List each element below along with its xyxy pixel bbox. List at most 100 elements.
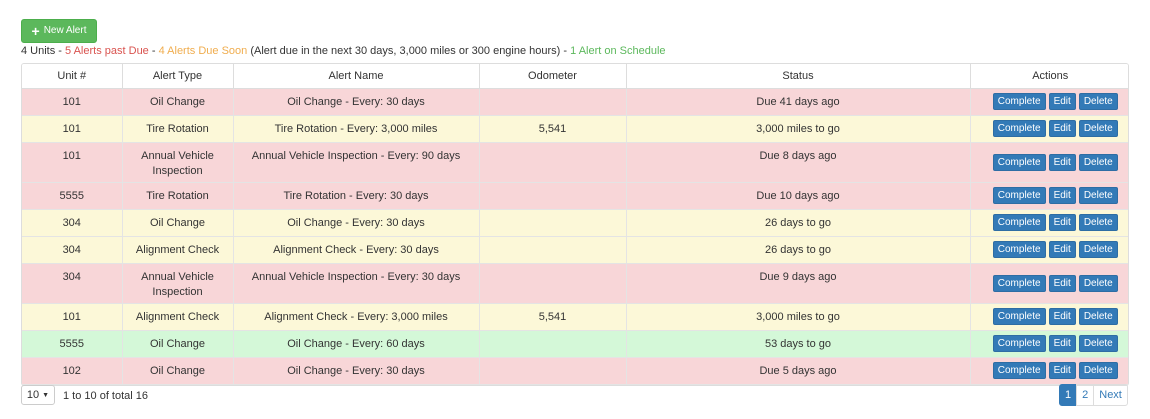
table-row: 304 Annual Vehicle Inspection Annual Vehic… bbox=[22, 263, 1128, 304]
complete-button[interactable]: Complete bbox=[992, 214, 1046, 231]
complete-button[interactable]: Complete bbox=[992, 241, 1046, 258]
edit-button[interactable]: Edit bbox=[1048, 335, 1076, 352]
alert-name-cell: Tire Rotation - Every: 3,000 miles bbox=[233, 115, 480, 143]
unit-cell: 304 bbox=[22, 263, 123, 304]
edit-button[interactable]: Edit bbox=[1048, 93, 1076, 110]
alert-type-cell: Tire Rotation bbox=[122, 115, 234, 143]
unit-cell: 5555 bbox=[22, 182, 123, 210]
due-soon-count: 4 Alerts Due Soon bbox=[158, 45, 248, 57]
unit-cell: 304 bbox=[22, 209, 123, 237]
status-cell: Due 41 days ago bbox=[626, 88, 971, 116]
complete-button[interactable]: Complete bbox=[992, 362, 1046, 379]
new-alert-label: New Alert bbox=[43, 25, 87, 36]
status-cell: 26 days to go bbox=[626, 209, 971, 237]
complete-button[interactable]: Complete bbox=[992, 335, 1046, 352]
complete-button[interactable]: Complete bbox=[992, 274, 1046, 292]
next-page-link[interactable]: Next bbox=[1093, 384, 1128, 406]
status-cell: Due 9 days ago bbox=[626, 263, 971, 304]
col-alert-type[interactable]: Alert Type bbox=[122, 64, 234, 89]
actions-cell: Complete Edit Delete bbox=[970, 303, 1128, 331]
delete-button[interactable]: Delete bbox=[1078, 153, 1118, 171]
edit-button[interactable]: Edit bbox=[1048, 120, 1076, 137]
page-1[interactable]: 1 bbox=[1059, 384, 1078, 406]
status-cell: 3,000 miles to go bbox=[626, 115, 971, 143]
complete-button[interactable]: Complete bbox=[992, 120, 1046, 137]
col-unit[interactable]: Unit # bbox=[22, 64, 123, 89]
page-2[interactable]: 2 bbox=[1076, 384, 1095, 406]
unit-cell: 101 bbox=[22, 142, 123, 183]
odometer-cell bbox=[479, 182, 627, 210]
alert-name-cell: Tire Rotation - Every: 30 days bbox=[233, 182, 480, 210]
edit-button[interactable]: Edit bbox=[1048, 214, 1076, 231]
actions-cell: Complete Edit Delete bbox=[970, 115, 1128, 143]
edit-button[interactable]: Edit bbox=[1048, 274, 1076, 292]
alert-name-cell: Alignment Check - Every: 30 days bbox=[233, 236, 480, 264]
status-cell: 26 days to go bbox=[626, 236, 971, 264]
actions-cell: Complete Edit Delete bbox=[970, 357, 1128, 385]
table-row: 304 Alignment Check Alignment Check - Ever… bbox=[22, 236, 1128, 264]
caret-down-icon: ▼ bbox=[42, 391, 50, 399]
due-soon-note: (Alert due in the next 30 days, 3,000 mi… bbox=[247, 45, 571, 57]
status-cell: 3,000 miles to go bbox=[626, 303, 971, 331]
odometer-cell bbox=[479, 263, 627, 304]
edit-button[interactable]: Edit bbox=[1048, 308, 1076, 325]
unit-cell: 101 bbox=[22, 115, 123, 143]
alert-type-cell: Oil Change bbox=[122, 88, 234, 116]
alerts-table: Unit # Alert Type Alert Name Odometer St… bbox=[21, 63, 1129, 386]
delete-button[interactable]: Delete bbox=[1078, 93, 1118, 110]
alert-type-cell: Alignment Check bbox=[122, 303, 234, 331]
actions-cell: Complete Edit Delete bbox=[970, 88, 1128, 116]
alert-type-cell: Tire Rotation bbox=[122, 182, 234, 210]
actions-cell: Complete Edit Delete bbox=[970, 142, 1128, 183]
alert-type-cell: Oil Change bbox=[122, 330, 234, 358]
odometer-cell bbox=[479, 236, 627, 264]
complete-button[interactable]: Complete bbox=[992, 308, 1046, 325]
edit-button[interactable]: Edit bbox=[1048, 241, 1076, 258]
alert-type-cell: Annual Vehicle Inspection bbox=[122, 142, 234, 183]
edit-button[interactable]: Edit bbox=[1048, 153, 1076, 171]
edit-button[interactable]: Edit bbox=[1048, 362, 1076, 379]
actions-cell: Complete Edit Delete bbox=[970, 330, 1128, 358]
on-schedule-count: 1 Alert on Schedule bbox=[570, 45, 666, 57]
alert-type-cell: Annual Vehicle Inspection bbox=[122, 263, 234, 304]
delete-button[interactable]: Delete bbox=[1078, 274, 1118, 292]
past-due-count: 5 Alerts past Due bbox=[65, 45, 149, 57]
unit-cell: 304 bbox=[22, 236, 123, 264]
delete-button[interactable]: Delete bbox=[1078, 241, 1118, 258]
unit-cell: 102 bbox=[22, 357, 123, 385]
odometer-cell bbox=[479, 209, 627, 237]
delete-button[interactable]: Delete bbox=[1078, 214, 1118, 231]
col-alert-name[interactable]: Alert Name bbox=[233, 64, 480, 89]
delete-button[interactable]: Delete bbox=[1078, 362, 1118, 379]
alert-name-cell: Alignment Check - Every: 3,000 miles bbox=[233, 303, 480, 331]
edit-button[interactable]: Edit bbox=[1048, 187, 1076, 204]
complete-button[interactable]: Complete bbox=[992, 93, 1046, 110]
delete-button[interactable]: Delete bbox=[1078, 120, 1118, 137]
status-cell: 53 days to go bbox=[626, 330, 971, 358]
delete-button[interactable]: Delete bbox=[1078, 335, 1118, 352]
odometer-cell bbox=[479, 330, 627, 358]
table-row: 304 Oil Change Oil Change - Every: 30 days… bbox=[22, 209, 1128, 237]
table-header-row: Unit # Alert Type Alert Name Odometer St… bbox=[22, 64, 1128, 89]
complete-button[interactable]: Complete bbox=[992, 153, 1046, 171]
delete-button[interactable]: Delete bbox=[1078, 187, 1118, 204]
actions-cell: Complete Edit Delete bbox=[970, 182, 1128, 210]
delete-button[interactable]: Delete bbox=[1078, 308, 1118, 325]
alert-name-cell: Oil Change - Every: 30 days bbox=[233, 357, 480, 385]
col-status[interactable]: Status bbox=[626, 64, 971, 89]
table-row: 5555 Tire Rotation Tire Rotation - Every: … bbox=[22, 182, 1128, 210]
alert-name-cell: Oil Change - Every: 60 days bbox=[233, 330, 480, 358]
alert-name-cell: Oil Change - Every: 30 days bbox=[233, 88, 480, 116]
col-actions: Actions bbox=[970, 64, 1128, 89]
actions-cell: Complete Edit Delete bbox=[970, 209, 1128, 237]
alert-summary: 4 Units - 5 Alerts past Due - 4 Alerts D… bbox=[21, 45, 666, 57]
table-row: 102 Oil Change Oil Change - Every: 30 days… bbox=[22, 357, 1128, 385]
page-size-select[interactable]: 10 ▼ bbox=[21, 385, 55, 405]
new-alert-button[interactable]: + New Alert bbox=[21, 19, 97, 43]
table-row: 101 Alignment Check Alignment Check - Ever… bbox=[22, 303, 1128, 331]
complete-button[interactable]: Complete bbox=[992, 187, 1046, 204]
col-odometer[interactable]: Odometer bbox=[479, 64, 627, 89]
actions-cell: Complete Edit Delete bbox=[970, 236, 1128, 264]
unit-cell: 5555 bbox=[22, 330, 123, 358]
table-row: 101 Tire Rotation Tire Rotation - Every: 3… bbox=[22, 115, 1128, 143]
